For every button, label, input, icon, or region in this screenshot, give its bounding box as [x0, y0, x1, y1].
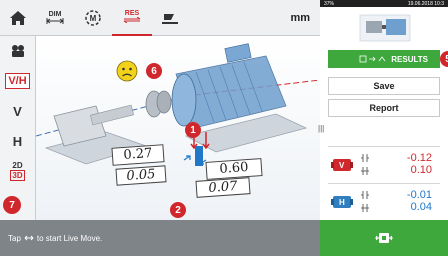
system-status-bar: 37% 19.06.2018 10:3 — [320, 0, 448, 7]
machine-thumbnail-icon — [359, 14, 411, 42]
move-machine-icon — [162, 13, 178, 24]
horizontal-results-row: H -0.01 0.04 — [328, 183, 440, 219]
units-label[interactable]: mm — [290, 12, 310, 24]
save-label: Save — [373, 81, 395, 91]
measure-rotation-icon: M — [85, 9, 101, 26]
status-text-start: Tap — [8, 233, 21, 243]
panel-grip-handle[interactable]: ||| — [318, 124, 324, 133]
date-time: 19.06.2018 10:3 — [407, 0, 444, 7]
view-2d-3d-button[interactable]: 2D 3D — [0, 156, 35, 186]
measure-button[interactable]: M — [74, 0, 112, 36]
3d-label: 3D — [10, 170, 25, 181]
callout-2: 2 — [170, 202, 186, 218]
bottom-right-value: 0.07 — [208, 179, 238, 196]
vertical-offset-value: 0.27 — [111, 144, 165, 166]
save-button[interactable]: Save — [328, 77, 440, 95]
home-icon — [10, 10, 26, 25]
machine-thumbnail[interactable] — [320, 7, 448, 49]
horizontal-gap-value: -0.01 — [406, 189, 432, 201]
results-button[interactable]: RESULTS — [328, 50, 440, 68]
dimensions-button[interactable]: DIM — [36, 0, 74, 36]
vertical-gap-value: -0.12 — [406, 152, 432, 164]
report-label: Report — [369, 103, 399, 113]
results-tab-button[interactable]: RES — [112, 0, 152, 36]
move-button[interactable] — [152, 0, 188, 36]
live-move-icon — [24, 235, 34, 241]
top-right-value: 0.60 — [218, 160, 249, 177]
vertical-results-row: V -0.12 0.10 — [328, 146, 440, 182]
horizontal-values: -0.01 0.04 — [407, 189, 432, 213]
2d-label: 2D — [12, 161, 23, 170]
alignment-status-smiley-icon — [116, 60, 138, 82]
v-label: V — [13, 103, 22, 119]
live-move-button[interactable] — [320, 220, 448, 256]
2d-3d-toggle: 2D 3D — [10, 161, 25, 181]
h-badge-label: H — [339, 198, 345, 207]
horizontal-offset-value: 0.05 — [115, 165, 167, 186]
res-label: RES — [124, 10, 140, 17]
results-toolbar-icons — [359, 55, 386, 63]
top-left-value: 0.27 — [122, 146, 153, 163]
svg-text:M: M — [90, 14, 97, 23]
vertical-values: -0.12 0.10 — [407, 152, 432, 176]
vh-label: V/H — [5, 73, 30, 89]
status-text-end: to start Live Move. — [36, 233, 103, 243]
callout-1: 1 — [185, 122, 201, 138]
vertical-offset-result: 0.10 — [410, 164, 432, 176]
h-label: H — [12, 133, 23, 149]
gap-offset-symbols-icon — [361, 154, 369, 175]
bottom-left-value: 0.05 — [126, 167, 156, 184]
status-bar: Tap to start Live Move. — [0, 220, 320, 256]
home-button[interactable] — [0, 0, 36, 36]
battery-level: 37% — [324, 0, 335, 7]
report-button[interactable]: Report — [328, 99, 440, 117]
v-badge-label: V — [339, 161, 345, 170]
callout-5: 5 — [440, 51, 448, 67]
live-move-sensor-icon — [375, 233, 393, 243]
left-sidebar: V/H V H 2D 3D — [0, 36, 36, 220]
results-label: RESULTS — [391, 54, 428, 64]
view-v-button[interactable]: V — [0, 96, 35, 126]
view-vh-button[interactable]: V/H — [0, 66, 35, 96]
results-arrows-icon — [123, 17, 141, 23]
callout-7: 7 — [3, 196, 21, 214]
machine-train-illustration — [36, 43, 320, 166]
dim-label: DIM — [48, 11, 62, 18]
gap-offset-symbols-icon — [361, 191, 369, 212]
view-h-button[interactable]: H — [0, 126, 35, 156]
callout-6: 6 — [146, 63, 162, 79]
horizontal-offset-result: 0.04 — [410, 201, 432, 213]
dimension-arrows-icon — [46, 18, 64, 24]
coupling-view-button[interactable] — [0, 36, 35, 66]
coupling-icon — [11, 45, 24, 57]
machine-3d-viewport[interactable]: 0.27 0.60 0.05 0.07 1 2 6 — [36, 36, 320, 220]
top-toolbar: DIM M RES mm — [0, 0, 320, 36]
